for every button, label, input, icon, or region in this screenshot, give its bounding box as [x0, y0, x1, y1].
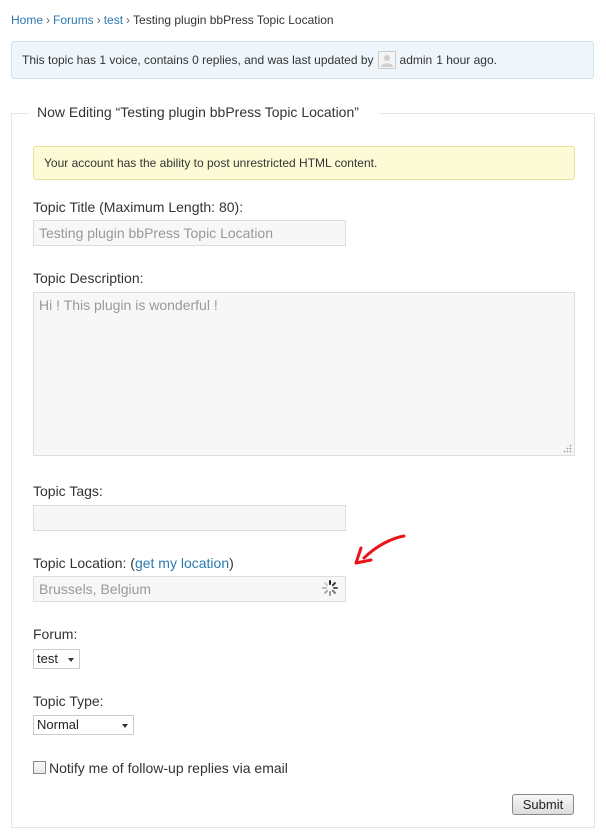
topic-info-box: This topic has 1 voice, contains 0 repli…: [11, 41, 594, 79]
topic-title-label: Topic Title (Maximum Length: 80):: [33, 199, 244, 215]
topic-description-label: Topic Description:: [33, 270, 144, 286]
topic-type-select-value: Normal: [37, 717, 79, 732]
topic-location-input[interactable]: Brussels, Belgium: [33, 576, 346, 602]
topic-info-text: This topic has 1 voice, contains 0 repli…: [22, 53, 374, 67]
topic-tags-input[interactable]: [33, 505, 346, 531]
topic-location-label-suffix: ): [229, 555, 234, 571]
fieldset-border-top: [11, 113, 29, 114]
forum-select-value: test: [37, 651, 58, 666]
topic-info-time: 1 hour ago.: [436, 53, 497, 67]
loading-spinner-icon: [322, 580, 338, 596]
topic-location-label-prefix: Topic Location: (: [33, 555, 135, 571]
breadcrumb: Home › Forums › test › Testing plugin bbPress …: [11, 13, 334, 27]
fieldset-legend: Now Editing “Testing plugin bbPress Topi…: [37, 104, 359, 121]
chevron-down-icon: [122, 724, 128, 728]
forum-label: Forum:: [33, 626, 78, 642]
forum-select[interactable]: test: [33, 649, 80, 669]
html-notice-text: Your account has the ability to post unr…: [44, 156, 378, 170]
submit-button[interactable]: Submit: [512, 794, 574, 815]
breadcrumb-current: Testing plugin bbPress Topic Location: [133, 13, 334, 27]
avatar-icon: [377, 51, 396, 69]
resize-grip-icon[interactable]: [562, 443, 572, 453]
topic-type-select[interactable]: Normal: [33, 715, 134, 735]
chevron-down-icon: [68, 658, 74, 662]
breadcrumb-separator: ›: [46, 13, 51, 27]
breadcrumb-separator: ›: [96, 13, 101, 27]
breadcrumb-link-home[interactable]: Home: [11, 13, 43, 27]
breadcrumb-separator: ›: [126, 13, 131, 27]
html-notice: Your account has the ability to post unr…: [33, 146, 575, 180]
notify-checkbox-label[interactable]: Notify me of follow-up replies via email: [49, 760, 288, 776]
topic-description-textarea[interactable]: Hi ! This plugin is wonderful !: [33, 292, 575, 456]
fieldset-border-top: [379, 113, 595, 114]
topic-description-text: Hi ! This plugin is wonderful !: [39, 297, 218, 313]
red-arrow-icon: [354, 534, 406, 565]
topic-tags-label: Topic Tags:: [33, 483, 103, 499]
breadcrumb-link-test[interactable]: test: [104, 13, 123, 27]
get-my-location-link[interactable]: get my location: [135, 555, 229, 571]
topic-info-author: admin: [399, 53, 433, 67]
breadcrumb-link-forums[interactable]: Forums: [53, 13, 94, 27]
topic-type-label: Topic Type:: [33, 693, 104, 709]
topic-title-input[interactable]: Testing plugin bbPress Topic Location: [33, 220, 346, 246]
notify-checkbox[interactable]: [33, 761, 46, 774]
topic-location-label: Topic Location: (get my location): [33, 555, 234, 571]
